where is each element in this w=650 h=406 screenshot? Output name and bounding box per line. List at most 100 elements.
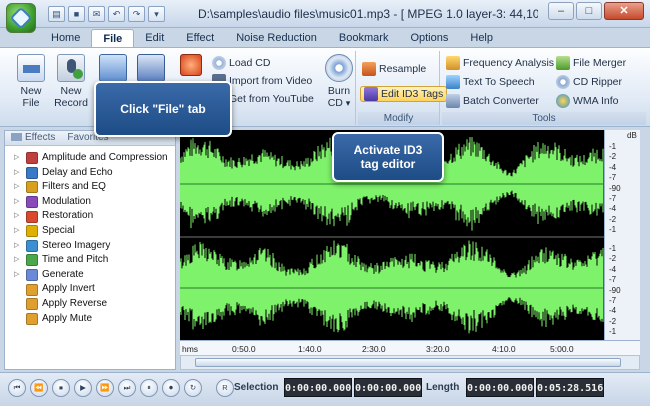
burn-cd-dropdown-icon[interactable]: ▾ [346,98,351,108]
cd-ripper-button[interactable]: CD Ripper [556,74,622,90]
new-file-button[interactable]: New File [12,54,50,109]
timeline-tick-label: hms [182,344,199,354]
tab-home[interactable]: Home [40,29,91,47]
expand-icon[interactable]: ▷ [14,268,22,283]
cd-icon [212,56,226,70]
tab-effects[interactable]: Effects [5,131,61,145]
mail-icon[interactable]: ✉ [88,6,105,22]
effects-tree-item[interactable]: ▷ Restoration [5,209,175,224]
effect-icon [26,312,38,325]
tools-group-label: Tools [442,112,646,125]
save-icon[interactable]: ■ [68,6,85,22]
transport-button[interactable]: ⏩ [96,379,114,397]
selection-end-value[interactable]: 0:00:00.000 [354,378,422,397]
expand-icon[interactable]: ▷ [14,180,22,195]
effects-tree-item[interactable]: ▷ Special [5,224,175,239]
burn-cd-button[interactable]: Burn CD ▾ [320,54,358,109]
tab-help[interactable]: Help [459,29,504,47]
new-record-button[interactable]: New Record [52,54,90,109]
power-icon [180,54,202,76]
effects-tree-item[interactable]: ▷ Generate [5,268,175,283]
effect-icon [26,239,38,252]
maximize-button[interactable]: □ [576,2,602,20]
horizontal-scrollbar[interactable] [180,355,640,370]
effects-tree-item[interactable]: ▷ Stereo Imagery [5,239,175,254]
wma-info-button[interactable]: WMA Info [556,93,619,109]
batch-converter-button[interactable]: Batch Converter [446,93,539,109]
waveform-channel-right[interactable] [180,238,604,338]
effect-icon [26,298,38,311]
expand-icon[interactable]: ▷ [14,224,22,239]
db-tick-label: -2 [609,254,617,264]
new-file-icon [17,54,45,82]
selection-label: Selection [234,382,279,393]
transport-button[interactable]: R [216,379,234,397]
text-to-speech-button[interactable]: Text To Speech [446,74,535,90]
effects-tree-item-label: Restoration [42,210,94,222]
effects-tree-item[interactable]: ▷ Delay and Echo [5,166,175,181]
cd-ripper-label: CD Ripper [573,76,623,88]
load-cd-button[interactable]: Load CD [212,55,270,71]
db-tick-label: -1 [609,225,617,235]
tab-edit[interactable]: Edit [134,29,175,47]
length-value[interactable]: 0:05:28.516 [536,378,604,397]
effects-tree-item[interactable]: ▷ Amplitude and Compression [5,151,175,166]
effects-tree-item-label: Filters and EQ [42,181,106,193]
app-menu-button[interactable] [6,3,36,33]
db-tick-label: -7 [609,194,617,203]
expand-icon[interactable]: ▷ [14,151,22,166]
effect-icon [26,196,38,209]
transport-button[interactable]: ⏹ [52,379,70,397]
ribbon-tabs: Home File Edit Effect Noise Reduction Bookmar… [40,29,504,47]
timeline-tick-label: 4:10.0 [492,344,516,354]
effects-tree-item[interactable]: Apply Mute [5,312,175,327]
db-tick-label: -90 [609,183,621,193]
open-icon[interactable]: ▤ [48,6,65,22]
expand-icon[interactable]: ▷ [14,195,22,210]
resample-button[interactable]: Resample [362,61,426,77]
frequency-analysis-button[interactable]: Frequency Analysis [446,55,554,71]
tab-bookmark[interactable]: Bookmark [328,29,400,47]
transport-button[interactable]: ⏭ [118,379,136,397]
expand-icon[interactable]: ▷ [14,209,22,224]
effect-icon [26,254,38,267]
selection-start-value[interactable]: 0:00:00.000 [284,378,352,397]
redo-icon[interactable]: ↷ [128,6,145,22]
undo-icon[interactable]: ↶ [108,6,125,22]
effects-tree-item-label: Stereo Imagery [42,239,111,251]
effects-tree-item[interactable]: ▷ Filters and EQ [5,180,175,195]
effects-tree-item-label: Amplitude and Compression [42,152,168,163]
new-record-label: New Record [54,85,88,109]
expand-icon[interactable]: ▷ [14,253,22,268]
customize-icon[interactable]: ▾ [148,6,165,22]
transport-button[interactable]: ⏮ [8,379,26,397]
effects-tree-item-label: Delay and Echo [42,166,113,178]
batch-icon [446,94,460,108]
expand-icon[interactable]: ▷ [14,239,22,254]
effects-tree-item[interactable]: Apply Reverse [5,297,175,312]
tab-effect[interactable]: Effect [175,29,225,47]
effects-tree-item[interactable]: Apply Invert [5,282,175,297]
tab-file[interactable]: File [91,29,135,47]
edit-id3-tags-button[interactable]: Edit ID3 Tags [360,86,448,102]
tab-noise-reduction[interactable]: Noise Reduction [225,29,328,47]
tab-options[interactable]: Options [399,29,459,47]
expand-icon[interactable]: ▷ [14,166,22,181]
effects-tree-item[interactable]: ▷ Modulation [5,195,175,210]
transport-button[interactable]: ⏸ [140,379,158,397]
scrollbar-thumb[interactable] [195,358,621,367]
effects-tree-item-label: Apply Mute [42,312,93,324]
close-file-button[interactable] [172,54,210,79]
length-start-value[interactable]: 0:00:00.000 [466,378,534,397]
transport-button[interactable]: ⏪ [30,379,48,397]
minimize-button[interactable]: – [548,2,574,20]
transport-button[interactable]: ▶ [74,379,92,397]
transport-button[interactable]: ↻ [184,379,202,397]
file-merger-button[interactable]: File Merger [556,55,626,71]
timeline-ruler[interactable]: hms 0:50.0 1:40.0 2:30.0 3:20.0 4:10.0 5:00.0 [180,340,640,355]
transport-button[interactable]: ⏺ [162,379,180,397]
effects-tree-item[interactable]: ▷ Time and Pitch [5,253,175,268]
close-button[interactable]: ✕ [604,2,644,20]
modify-group-label: Modify [358,112,439,125]
effect-icon [26,181,38,194]
